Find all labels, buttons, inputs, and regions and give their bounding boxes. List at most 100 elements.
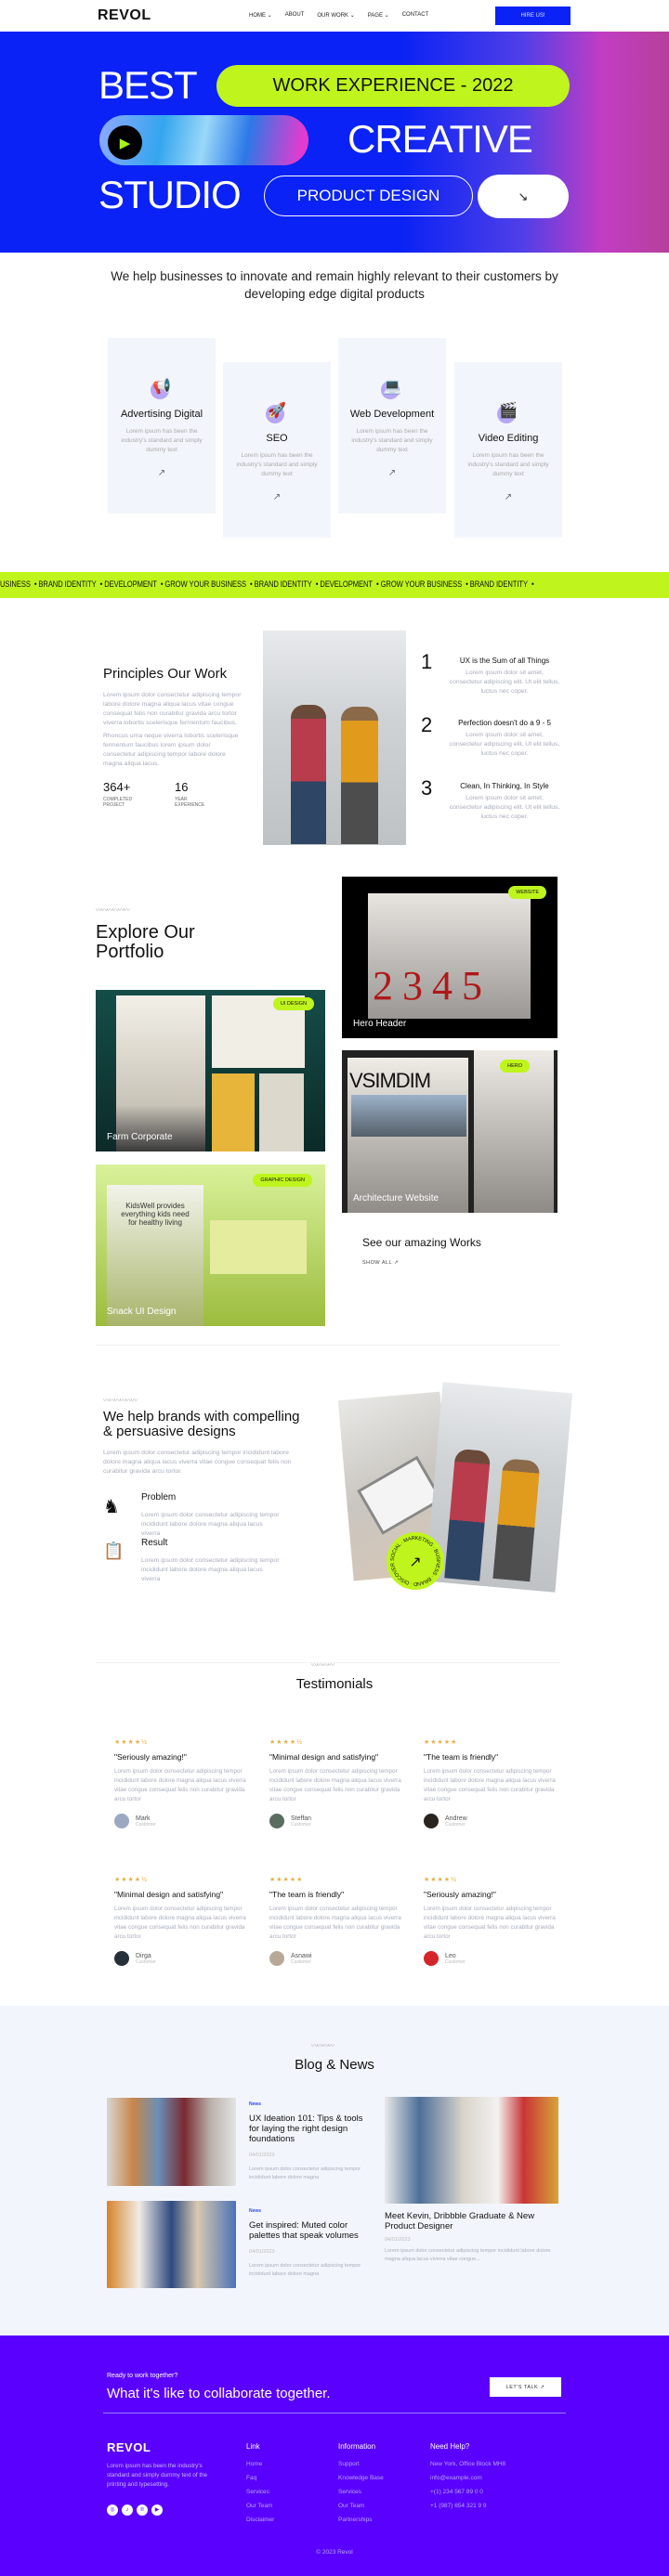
footer-link[interactable]: Our Team bbox=[338, 2503, 384, 2509]
principle-number: 1 bbox=[421, 650, 433, 673]
marquee-item: • DEVELOPMENT bbox=[315, 579, 373, 590]
avatar bbox=[114, 1951, 129, 1966]
circular-badge-button[interactable]: SOCIAL · MARKETING · BUSINESS · BRAND · … bbox=[387, 1532, 444, 1590]
ready-text: Ready to work together? bbox=[107, 2373, 178, 2379]
footer-col-help: Need Help? New York, Office Block MH8 in… bbox=[430, 2442, 505, 2517]
result-title: Result bbox=[141, 1538, 168, 1548]
footer-link[interactable]: Services bbox=[246, 2489, 274, 2495]
portfolio-tag: WEBSITE bbox=[508, 886, 546, 899]
marquee-item: • GROW YOUR BUSINESS bbox=[375, 579, 463, 590]
service-title: Web Development bbox=[349, 409, 435, 420]
arrow-down-right-icon: ↘ bbox=[518, 189, 529, 203]
testimonial-text: Lorem ipsum dolor consectetur adipiscing… bbox=[269, 1906, 401, 1940]
reviewer-name: Steffan bbox=[291, 1815, 312, 1822]
result-text: Lorem ipsum dolor consectetur adipiscing… bbox=[141, 1557, 280, 1582]
service-card[interactable]: 🎬 Video Editing Lorem ipsum has been the… bbox=[454, 362, 562, 538]
arrow-up-right-icon[interactable]: ↗ bbox=[454, 492, 562, 502]
pinterest-icon[interactable]: ℗ bbox=[137, 2504, 148, 2516]
testimonial-card: ★★★★½ "Minimal design and satisfying" Lo… bbox=[114, 1876, 254, 1966]
portfolio-card-farm-corporate[interactable]: UI DESIGN Farm Corporate bbox=[96, 990, 325, 1151]
reviewer-role: Customer bbox=[445, 1821, 466, 1828]
principle-title: Clean, In Thinking, In Style bbox=[460, 782, 549, 790]
copyright: © 2023 Revol bbox=[316, 2549, 353, 2556]
nav-page[interactable]: PAGE ⌄ bbox=[368, 12, 389, 19]
portfolio-label: Architecture Website bbox=[353, 1193, 439, 1203]
youtube-icon[interactable]: ▶ bbox=[151, 2504, 163, 2516]
footer-link[interactable]: Disclaimer bbox=[246, 2517, 274, 2523]
testimonial-quote: "Seriously amazing!" bbox=[114, 1752, 187, 1762]
hero-best: BEST bbox=[98, 63, 198, 107]
footer-link[interactable]: Our Team bbox=[246, 2503, 274, 2509]
footer-link[interactable]: Support bbox=[338, 2461, 384, 2467]
marquee-banner: USINESS • BRAND IDENTITY • DEVELOPMENT • GR… bbox=[0, 572, 669, 598]
service-text: Lorem ipsum has been the industry's stan… bbox=[467, 452, 549, 477]
footer-link[interactable]: Home bbox=[246, 2461, 274, 2467]
hire-us-button[interactable]: HIRE US! bbox=[495, 7, 571, 25]
brands-title: We help brands with compelling & persuas… bbox=[103, 1409, 300, 1439]
portfolio-label: Farm Corporate bbox=[107, 1132, 173, 1142]
footer-email[interactable]: info@example.com bbox=[430, 2475, 505, 2481]
blog-image[interactable] bbox=[107, 2201, 236, 2288]
portfolio-card-snack-ui[interactable]: KidsWell provides everything kids need f… bbox=[96, 1164, 325, 1326]
star-rating: ★★★★½ bbox=[114, 1739, 148, 1746]
logo[interactable]: REVOL bbox=[98, 7, 151, 24]
footer-link[interactable]: Services bbox=[338, 2489, 384, 2495]
show-all-link[interactable]: SHOW ALL ↗ bbox=[362, 1260, 399, 1266]
gallery-numbers: 2345 bbox=[373, 963, 492, 1008]
hero-creative: CREATIVE bbox=[348, 117, 533, 161]
blog-post-title[interactable]: Get inspired: Muted color palettes that … bbox=[249, 2220, 365, 2241]
see-works-heading: See our amazing Works bbox=[362, 1236, 481, 1249]
testimonial-quote: "Seriously amazing!" bbox=[424, 1890, 496, 1899]
portfolio-title: Explore Our Portfolio bbox=[96, 922, 195, 962]
video-pill[interactable]: ▶ bbox=[99, 115, 308, 165]
nav-contact[interactable]: CONTACT bbox=[402, 12, 429, 19]
play-icon[interactable]: ▶ bbox=[108, 125, 142, 160]
blog-image[interactable] bbox=[107, 2098, 236, 2186]
blog-date: 04/01/2023 bbox=[249, 2153, 275, 2158]
hero: BEST WORK EXPERIENCE - 2022 ▶ CREATIVE S… bbox=[0, 32, 669, 253]
blog-post[interactable]: Meet Kevin, Dribbble Graduate & New Prod… bbox=[385, 2211, 558, 2264]
dribbble-icon[interactable]: ◎ bbox=[107, 2504, 118, 2516]
footer-phone[interactable]: +(1) 234 567 89 0 0 bbox=[430, 2489, 505, 2495]
blog-post[interactable]: News UX Ideation 101: Tips & tools for l… bbox=[249, 2101, 365, 2182]
footer-col-title: Need Help? bbox=[430, 2442, 470, 2451]
arrow-up-right-icon[interactable]: ↗ bbox=[223, 492, 331, 502]
footer-logo[interactable]: REVOL bbox=[107, 2440, 151, 2454]
portfolio-card-hero-header[interactable]: 2345 WEBSITE Hero Header bbox=[342, 877, 558, 1038]
service-card[interactable]: 🚀 SEO Lorem ipsum has been the industry'… bbox=[223, 362, 331, 538]
service-text: Lorem ipsum has been the industry's stan… bbox=[236, 452, 318, 477]
lets-talk-button[interactable]: LET'S TALK ↗ bbox=[490, 2377, 561, 2397]
arrow-up-right-icon[interactable]: ↗ bbox=[338, 468, 446, 478]
circular-badge: SOCIAL · MARKETING · BUSINESS · BRAND · … bbox=[387, 1532, 444, 1590]
service-card[interactable]: 📢 Advertising Digital Lorem ipsum has be… bbox=[108, 338, 216, 514]
principle-text: Lorem ipsum dolor sit amet, consectetur … bbox=[449, 795, 560, 820]
wavy-divider: 〰〰〰〰 bbox=[311, 1662, 334, 1669]
footer-link[interactable]: Partnerships bbox=[338, 2517, 384, 2523]
nav-label: PAGE bbox=[367, 13, 383, 19]
portfolio-card-architecture[interactable]: VSIMDIM HERO Architecture Website bbox=[342, 1050, 558, 1213]
marquee-item: • DEVELOPMENT bbox=[99, 579, 157, 590]
arrow-button[interactable]: ↘ bbox=[478, 175, 569, 218]
marquee-item: • BRAND IDENTITY bbox=[33, 579, 97, 590]
footer-col-title: Link bbox=[246, 2442, 260, 2451]
product-design-button[interactable]: PRODUCT DESIGN bbox=[264, 176, 473, 216]
footer-link[interactable]: Knowledge Base bbox=[338, 2475, 384, 2481]
footer-link[interactable]: Faq bbox=[246, 2475, 274, 2481]
principles-title: Principles Our Work bbox=[103, 666, 228, 682]
arrow-up-right-icon[interactable]: ↗ bbox=[108, 468, 216, 478]
blog-post-title[interactable]: UX Ideation 101: Tips & tools for laying… bbox=[249, 2114, 365, 2144]
footer-col-information: Information Support Knowledge Base Servi… bbox=[338, 2442, 384, 2530]
divider bbox=[96, 1345, 560, 1346]
blog-post-title[interactable]: Meet Kevin, Dribbble Graduate & New Prod… bbox=[385, 2211, 558, 2231]
experience-badge: WORK EXPERIENCE - 2022 bbox=[216, 65, 570, 107]
nav-about[interactable]: ABOUT bbox=[285, 12, 305, 19]
tiktok-icon[interactable]: ♪ bbox=[122, 2504, 133, 2516]
footer-phone[interactable]: +1 (987) 654 321 9 9 bbox=[430, 2503, 505, 2509]
blog-post[interactable]: News Get inspired: Muted color palettes … bbox=[249, 2208, 365, 2279]
service-card[interactable]: 💻 Web Development Lorem ipsum has been t… bbox=[338, 338, 446, 514]
nav-our-work[interactable]: OUR WORK ⌄ bbox=[317, 12, 354, 19]
stat-label: YEAR EXPERIENCE bbox=[175, 797, 205, 808]
blog-image[interactable] bbox=[385, 2097, 558, 2204]
nav-home[interactable]: HOME ⌄ bbox=[249, 12, 272, 19]
reviewer-role: Customer bbox=[445, 1958, 466, 1965]
